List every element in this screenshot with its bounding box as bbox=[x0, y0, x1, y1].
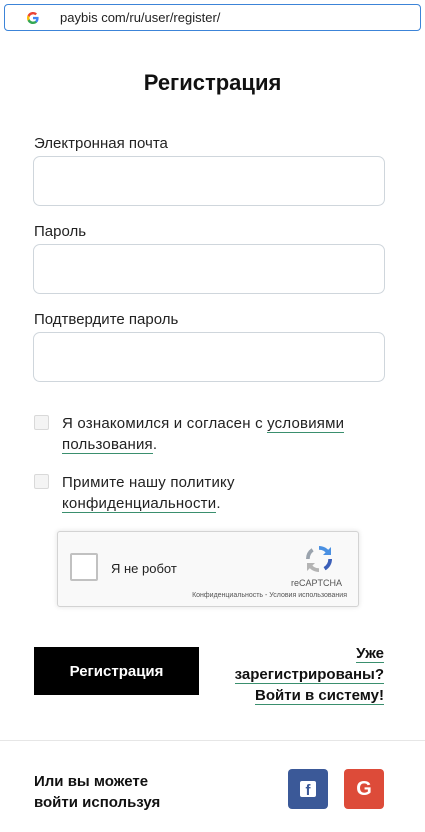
recaptcha-brand: reCAPTCHA bbox=[291, 578, 343, 588]
social-login-text: Или вы можете войти используя bbox=[34, 773, 161, 811]
recaptcha-checkbox[interactable] bbox=[70, 553, 98, 581]
recaptcha-widget: Я не робот reCAPTCHA Конфиденциальность … bbox=[57, 531, 359, 607]
recaptcha-label: Я не робот bbox=[111, 561, 177, 576]
divider bbox=[0, 740, 425, 741]
facebook-login-button[interactable]: f bbox=[288, 769, 328, 809]
terms-text: Я ознакомился и согласен с условиями пол… bbox=[62, 415, 345, 454]
confirm-password-field[interactable] bbox=[33, 332, 385, 382]
privacy-link[interactable]: конфиденциальности bbox=[62, 495, 217, 513]
page-title: Регистрация bbox=[143, 70, 282, 95]
password-label: Пароль bbox=[34, 223, 87, 240]
confirm-password-label: Подтвердите пароль bbox=[34, 311, 179, 328]
login-link-line1: Уже bbox=[356, 645, 384, 663]
terms-checkbox[interactable] bbox=[34, 415, 49, 430]
facebook-icon: f bbox=[300, 781, 316, 798]
google-icon bbox=[26, 11, 40, 25]
recaptcha-terms-link[interactable]: Конфиденциальность - Условия использован… bbox=[192, 592, 347, 599]
google-icon: G bbox=[356, 777, 372, 800]
privacy-checkbox[interactable] bbox=[34, 474, 49, 489]
login-link[interactable]: Уже зарегистрированы? Войти в систему! bbox=[234, 643, 384, 706]
terms-row: Я ознакомился и согласен с условиями пол… bbox=[34, 413, 425, 455]
privacy-row: Примите нашу политику конфиденциальности… bbox=[34, 472, 262, 514]
google-login-button[interactable]: G bbox=[344, 769, 384, 809]
login-link-line3: Войти в систему! bbox=[255, 687, 384, 705]
email-label: Электронная почта bbox=[34, 135, 168, 152]
url-text: paybis com/ru/user/register/ bbox=[60, 10, 221, 25]
login-link-line2: зарегистрированы? bbox=[234, 666, 384, 684]
recaptcha-logo-icon bbox=[302, 542, 336, 576]
password-field[interactable] bbox=[33, 244, 385, 294]
address-bar[interactable]: paybis com/ru/user/register/ bbox=[4, 4, 421, 31]
email-field[interactable] bbox=[33, 156, 385, 206]
privacy-text: Примите нашу политику конфиденциальности… bbox=[62, 474, 235, 513]
register-button[interactable]: Регистрация bbox=[34, 647, 199, 695]
